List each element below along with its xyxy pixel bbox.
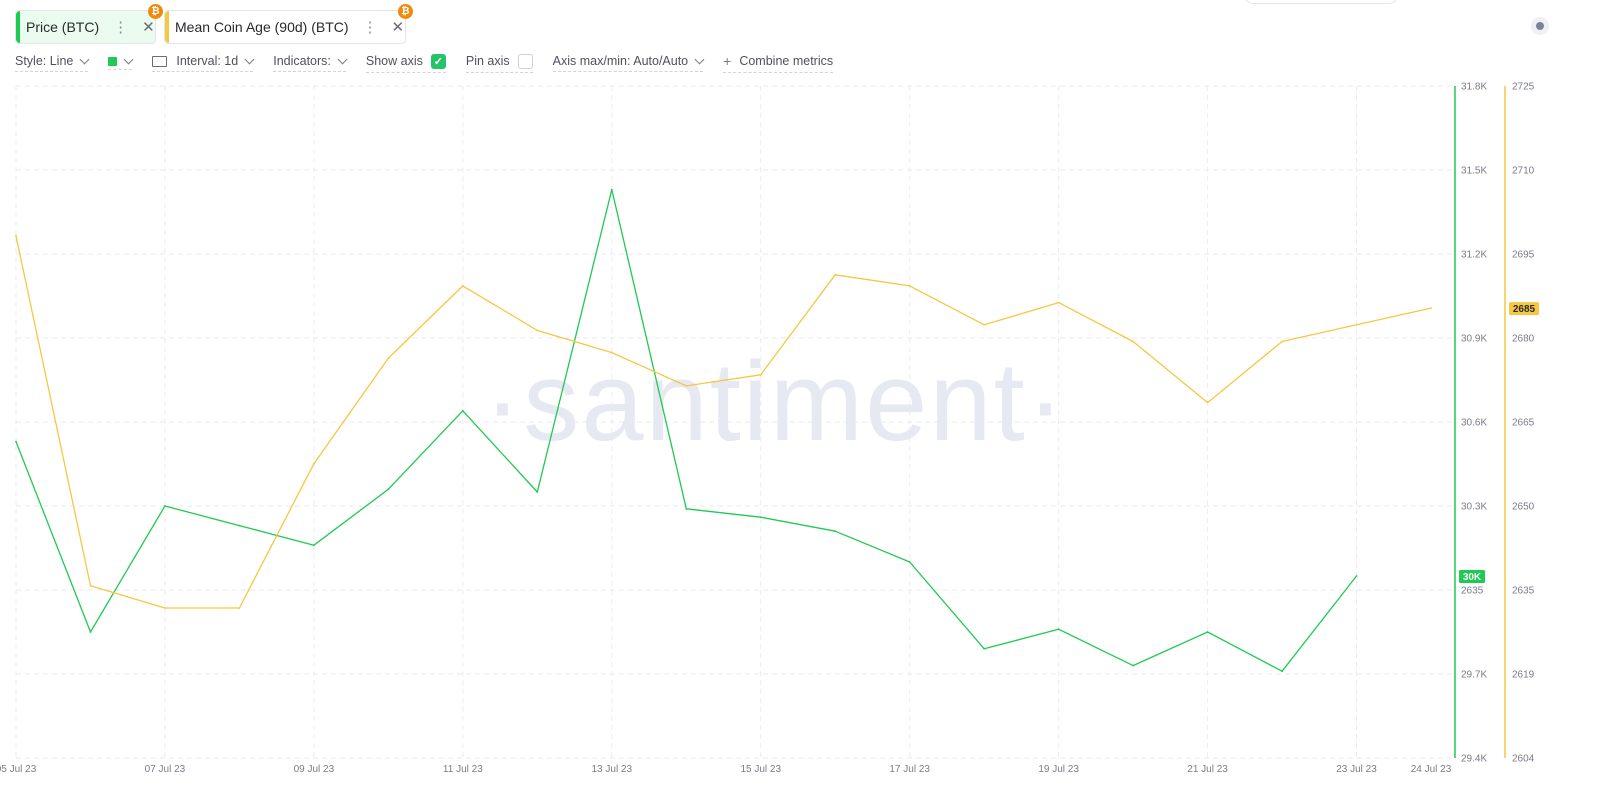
x-tick-label: 11 Jul 23 [443,764,483,775]
x-tick-label: 07 Jul 23 [145,764,186,775]
data-point [685,507,688,510]
price-tick-label: 31.8K [1461,82,1487,93]
data-point [89,631,92,633]
data-point [1281,340,1283,343]
age-tick-label: 2680 [1512,334,1535,345]
data-point [1281,670,1283,673]
x-tick-label: 09 Jul 23 [294,764,335,775]
data-point [983,323,986,326]
price-tick-label: 30.9K [1461,334,1487,345]
data-point [461,409,464,412]
price-tick-label: 29.7K [1461,670,1487,681]
data-point [238,524,241,527]
data-point [387,488,390,491]
price-tick-label: 31.2K [1461,250,1487,261]
data-point [387,357,390,360]
price-tick-label: 29.4K [1461,754,1487,765]
price-tick-label: 31.5K [1461,166,1487,177]
data-point [15,440,17,443]
data-point [759,373,762,376]
data-point [1355,575,1358,577]
data-point [89,584,92,587]
data-point [1132,664,1135,667]
data-point [238,607,241,609]
x-tick-label: 24 Jul 23 [1411,764,1452,775]
chart-area[interactable]: ·santiment· 05 Jul 23 07 Jul 23 09 Jul 23 1… [0,0,1600,799]
age-tick-label: 2725 [1512,82,1535,93]
age-tick-label: 2604 [1512,754,1535,765]
data-point [1430,307,1432,310]
price-tick-label: 30.3K [1461,502,1487,513]
data-point [685,385,688,387]
x-tick-label: 15 Jul 23 [740,764,781,775]
x-tick-label: 17 Jul 23 [889,764,930,775]
price-tick-label: 2635 [1461,586,1484,597]
age-tick-label: 2695 [1512,250,1535,261]
data-point [1132,340,1135,343]
data-point [1206,631,1209,633]
data-point [15,235,17,237]
data-point [983,647,986,650]
x-tick-label: 13 Jul 23 [591,764,632,775]
age-tick-label: 2635 [1512,586,1535,597]
x-tick-label: 05 Jul 23 [0,764,37,775]
data-point [1057,301,1060,304]
data-point [536,329,539,332]
x-tick-label: 23 Jul 23 [1336,764,1377,775]
age-last-value: 2685 [1513,304,1536,315]
data-point [610,351,613,354]
age-tick-label: 2619 [1512,670,1535,681]
data-point [461,285,464,287]
data-point [759,516,762,519]
data-point [1206,401,1209,404]
data-point [164,505,166,507]
data-point [1057,628,1060,631]
price-tick-label: 30.6K [1461,418,1487,429]
data-point [610,188,613,191]
data-point [834,273,837,276]
data-point [908,561,911,563]
age-tick-label: 2710 [1512,166,1535,177]
x-tick-label: 21 Jul 23 [1187,764,1228,775]
data-point [312,462,315,465]
data-point [834,530,837,533]
santiment-watermark: ·santiment· [484,339,1066,464]
x-tick-label: 19 Jul 23 [1038,764,1079,775]
age-tick-label: 2650 [1512,502,1535,513]
data-point [312,544,315,547]
data-point [536,491,539,493]
data-point [164,607,166,609]
data-point [908,285,911,287]
age-tick-label: 2665 [1512,418,1535,429]
price-last-value: 30K [1463,572,1482,583]
data-point [1355,323,1358,326]
